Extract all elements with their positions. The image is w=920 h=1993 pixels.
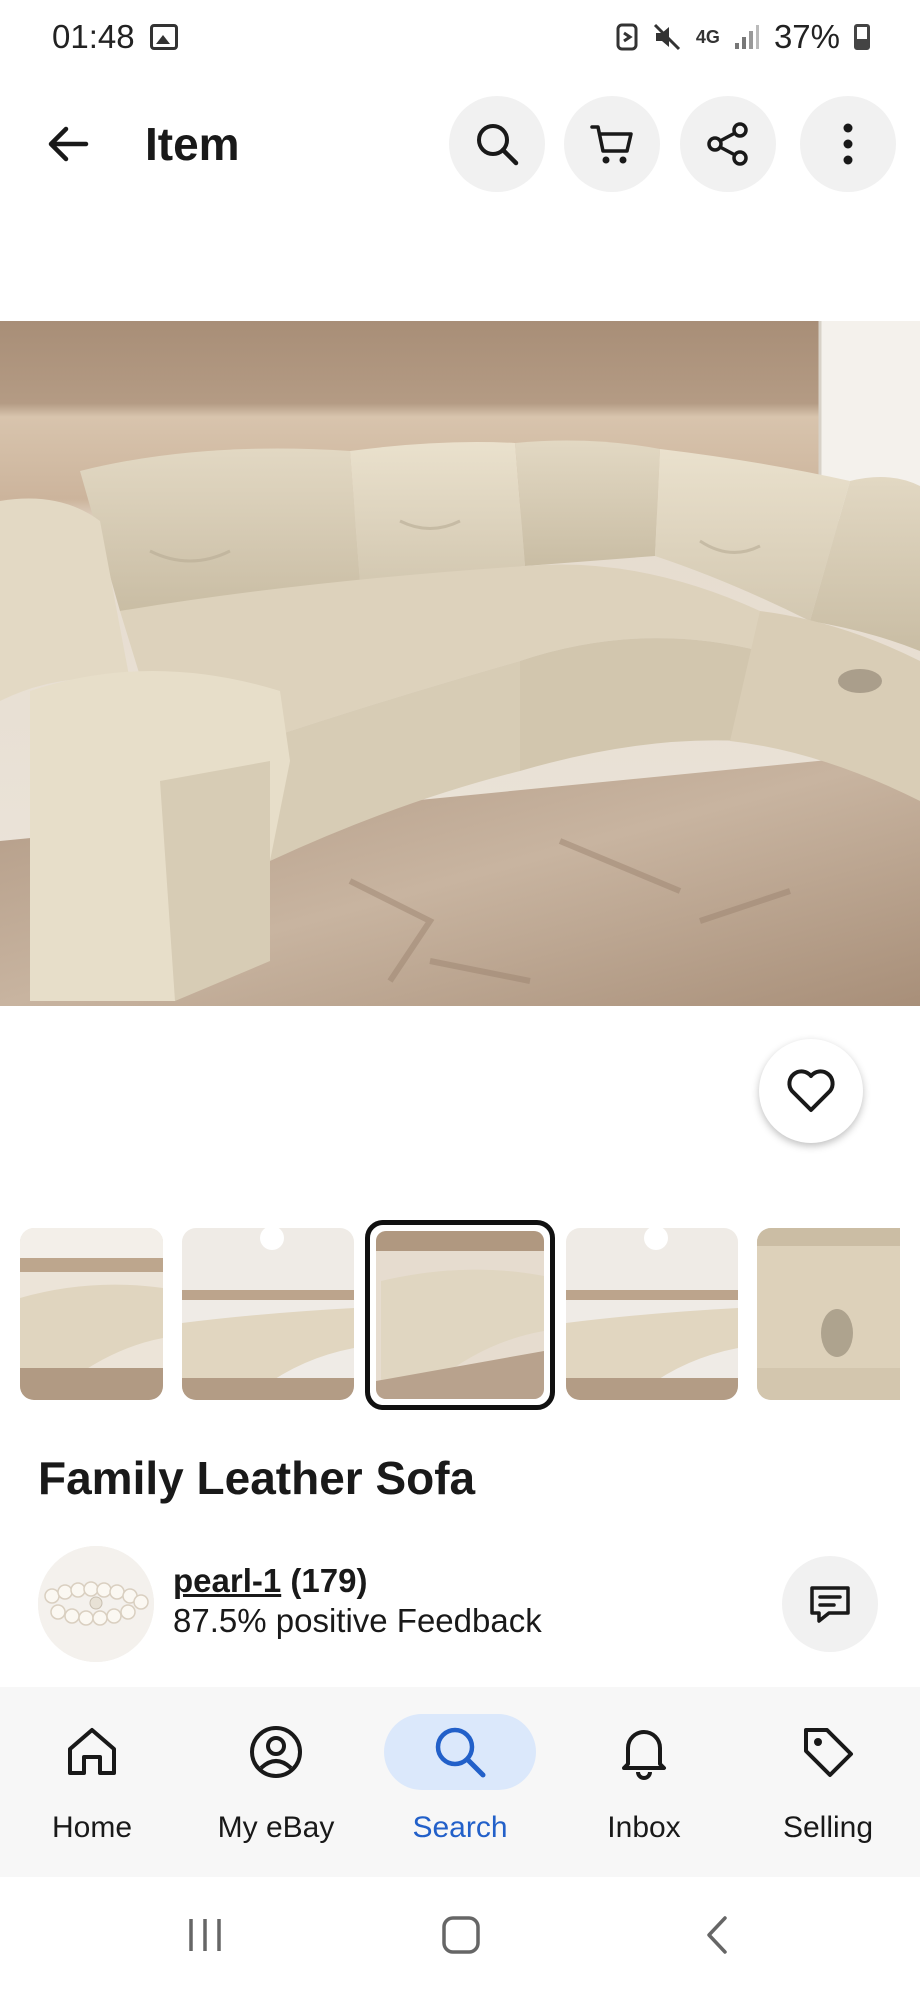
tag-icon [804, 1728, 853, 1777]
thumbnail-image [20, 1228, 163, 1400]
status-bar: 01:48 4G 37% [0, 0, 920, 76]
mute-icon [653, 23, 680, 51]
page-title: Item [145, 118, 240, 170]
sofa-photo [0, 321, 920, 1006]
nav-selling-label: Selling [782, 1811, 874, 1844]
share-button[interactable] [680, 96, 776, 192]
nav-home-icon-wrap [16, 1714, 168, 1790]
nav-inbox-label: Inbox [607, 1811, 681, 1844]
seller-info: pearl-1 (179) 87.5% positive Feedback [38, 1546, 882, 1662]
thumbnail-selected-frame [376, 1231, 544, 1399]
watch-button[interactable] [759, 1039, 863, 1143]
nav-home-label: Home [51, 1811, 133, 1844]
nav-inbox[interactable]: Inbox [552, 1687, 736, 1877]
contact-seller-button[interactable] [782, 1556, 878, 1652]
status-icons: 4G 37% [616, 18, 870, 56]
gallery-notification-icon [150, 24, 178, 50]
message-icon [810, 1586, 850, 1623]
nav-search-label: Search [412, 1811, 508, 1844]
nav-home[interactable]: Home [0, 1687, 184, 1877]
seller-username-link[interactable]: pearl-1 [173, 1562, 281, 1599]
thumbnail-3[interactable] [365, 1220, 555, 1410]
bottom-navigation: Home My eBay Search Inbox Selling [0, 1687, 920, 1877]
back-chevron-icon [707, 1916, 727, 1954]
recent-apps-button[interactable] [180, 1913, 230, 1957]
seller-name: pearl-1 (179) [173, 1562, 367, 1600]
search-icon [435, 1727, 486, 1778]
nfc-icon [616, 23, 638, 51]
item-main-image[interactable] [0, 321, 920, 1006]
more-options-button[interactable] [800, 96, 896, 192]
pearl-bracelet-image [38, 1546, 154, 1662]
thumbnail-4[interactable] [566, 1228, 738, 1400]
image-thumbnails [0, 1220, 920, 1410]
profile-icon [250, 1726, 302, 1778]
nav-my-ebay[interactable]: My eBay [184, 1687, 368, 1877]
thumbnail-image [182, 1228, 354, 1400]
search-icon [477, 124, 519, 166]
nav-my-ebay-label: My eBay [217, 1811, 335, 1844]
signal-icon [734, 25, 759, 49]
home-icon [68, 1728, 116, 1775]
more-vertical-icon [843, 123, 853, 165]
cart-button[interactable] [564, 96, 660, 192]
home-system-button[interactable] [436, 1913, 486, 1957]
nav-my-ebay-icon-wrap [200, 1714, 352, 1790]
battery-icon [854, 24, 870, 50]
app-header: Item [0, 96, 920, 192]
home-square-icon [442, 1916, 480, 1954]
thumbnail-5[interactable] [757, 1228, 900, 1400]
nav-inbox-icon-wrap [568, 1714, 720, 1790]
seller-feedback-count: (179) [290, 1562, 368, 1599]
status-time: 01:48 [52, 18, 135, 55]
nav-search[interactable]: Search [368, 1687, 552, 1877]
nav-selling-icon-wrap [752, 1714, 904, 1790]
thumbnail-2[interactable] [182, 1228, 354, 1400]
thumbnail-image [757, 1228, 900, 1400]
thumbnail-image [376, 1231, 544, 1399]
cart-icon [590, 125, 633, 164]
nav-selling[interactable]: Selling [736, 1687, 920, 1877]
back-button[interactable] [30, 116, 106, 172]
search-button[interactable] [449, 96, 545, 192]
thumbnail-image [566, 1228, 738, 1400]
heart-icon [787, 1069, 835, 1112]
back-system-button[interactable] [692, 1913, 742, 1957]
share-icon [707, 122, 748, 166]
thumbnail-1[interactable] [20, 1228, 163, 1400]
battery-percent: 37% [773, 18, 840, 55]
seller-feedback-percent: 87.5% positive Feedback [173, 1602, 542, 1639]
bell-icon [622, 1730, 666, 1780]
back-arrow-icon [48, 126, 89, 162]
nav-search-icon-wrap [384, 1714, 536, 1790]
seller-avatar[interactable] [38, 1546, 154, 1662]
recent-apps-icon [189, 1919, 221, 1951]
system-navigation-bar [0, 1877, 920, 1993]
item-title: Family Leather Sofa [38, 1452, 476, 1504]
network-type: 4G [695, 27, 720, 47]
